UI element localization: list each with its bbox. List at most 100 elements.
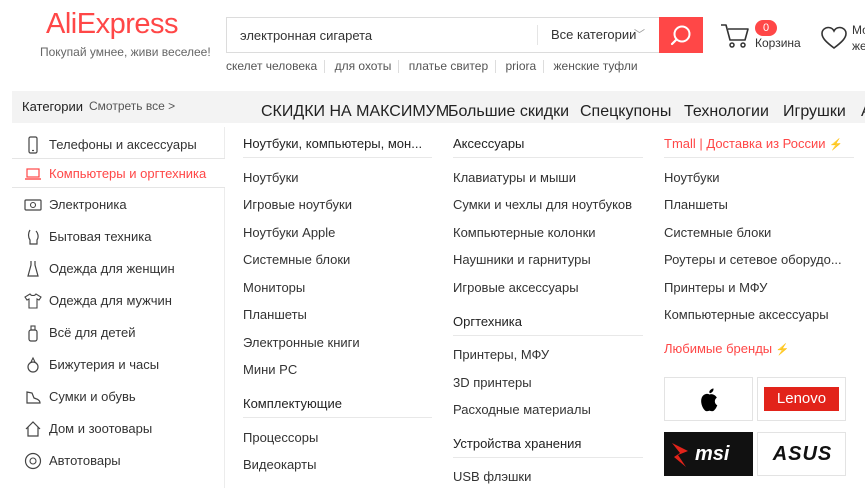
- appliance-icon: [27, 229, 39, 245]
- categories-header: Категории Смотреть все >: [12, 91, 225, 123]
- menu-link[interactable]: Мини PC: [243, 362, 297, 377]
- sidebar-item-label: Автотовары: [49, 453, 121, 468]
- menu-link[interactable]: Ноутбуки: [243, 170, 299, 185]
- menu-link[interactable]: Игровые ноутбуки: [243, 197, 352, 212]
- hot-word-link[interactable]: priora: [505, 60, 545, 73]
- menu-link[interactable]: Принтеры, МФУ: [453, 347, 549, 362]
- sidebar-item-phones[interactable]: Телефоны и аксессуары: [12, 130, 225, 160]
- menu-link[interactable]: Процессоры: [243, 430, 318, 445]
- menu-link[interactable]: 3D принтеры: [453, 375, 532, 390]
- cart-icon[interactable]: [720, 23, 750, 49]
- hot-word-link[interactable]: платье свитер: [409, 60, 497, 73]
- menu-heading[interactable]: Устройства хранения: [453, 436, 581, 451]
- menu-heading[interactable]: Tmall | Доставка из России ⚡: [664, 136, 843, 151]
- category-sidebar: Телефоны и аксессуары Компьютеры и оргте…: [12, 127, 225, 488]
- msi-logo-text: msi: [695, 443, 730, 465]
- sidebar-item-auto[interactable]: Автотовары: [12, 446, 225, 476]
- promo-nav-item[interactable]: Игрушки: [783, 103, 846, 121]
- sidebar-item-men[interactable]: Одежда для мужчин: [12, 286, 225, 316]
- cart-link[interactable]: Корзина: [755, 36, 801, 50]
- hot-word-link[interactable]: женские туфли: [554, 60, 645, 73]
- sidebar-item-kids[interactable]: Всё для детей: [12, 318, 225, 348]
- see-all-link[interactable]: Смотреть все >: [89, 99, 175, 113]
- sidebar-item-label: Компьютеры и оргтехника: [49, 166, 207, 181]
- menu-heading[interactable]: Любимые бренды ⚡: [664, 341, 789, 356]
- lightning-icon: ⚡: [829, 139, 843, 151]
- menu-link[interactable]: Планшеты: [664, 197, 728, 212]
- wishlist-link[interactable]: Мои желания: [852, 22, 865, 54]
- logo-tagline: Покупай умнее, живи веселее!: [40, 45, 211, 59]
- menu-link[interactable]: Расходные материалы: [453, 402, 591, 417]
- promo-nav-item[interactable]: Спецкупоны: [580, 103, 671, 121]
- menu-heading[interactable]: Оргтехника: [453, 314, 522, 329]
- brand-tile-apple[interactable]: [664, 377, 753, 421]
- home-icon: [25, 421, 41, 437]
- asus-logo-text: ASUS: [772, 443, 833, 465]
- phone-icon: [28, 136, 38, 154]
- promo-nav-item[interactable]: Большие скидки: [448, 103, 569, 121]
- menu-heading[interactable]: Аксессуары: [453, 136, 524, 151]
- lenovo-logo-text: Lenovo: [776, 390, 827, 407]
- menu-link[interactable]: Сумки и чехлы для ноутбуков: [453, 197, 632, 212]
- sidebar-item-label: Телефоны и аксессуары: [49, 137, 197, 152]
- heart-icon[interactable]: [820, 26, 848, 50]
- lightning-icon: ⚡: [775, 344, 790, 356]
- dress-icon: [27, 261, 39, 277]
- menu-link[interactable]: Системные блоки: [243, 252, 350, 267]
- menu-link[interactable]: Электронные книги: [243, 335, 360, 350]
- tmall-heading-text: Tmall | Доставка из России: [664, 136, 826, 151]
- menu-link[interactable]: Принтеры и МФУ: [664, 280, 767, 295]
- sidebar-item-appliances[interactable]: Бытовая техника: [12, 222, 225, 252]
- brand-tile-asus[interactable]: ASUS: [757, 432, 846, 476]
- hot-search-words: скелет человека для охоты платье свитер …: [226, 59, 651, 73]
- menu-divider: [243, 417, 432, 418]
- wheel-icon: [24, 452, 42, 470]
- laptop-icon: [25, 168, 41, 180]
- sidebar-item-jewelry[interactable]: Бижутерия и часы: [12, 350, 225, 380]
- sidebar-item-women[interactable]: Одежда для женщин: [12, 254, 225, 284]
- sidebar-item-home[interactable]: Дом и зоотовары: [12, 414, 225, 444]
- menu-link[interactable]: Компьютерные аксессуары: [664, 307, 829, 322]
- sidebar-item-label: Одежда для мужчин: [49, 293, 172, 308]
- sidebar-item-label: Одежда для женщин: [49, 261, 175, 276]
- menu-link[interactable]: Планшеты: [243, 307, 307, 322]
- sidebar-item-bags-shoes[interactable]: Сумки и обувь: [12, 382, 225, 412]
- msi-dragon-icon: [672, 443, 688, 467]
- search-input[interactable]: [227, 18, 537, 52]
- brand-tile-msi[interactable]: msi: [664, 432, 753, 476]
- ring-icon: [27, 356, 39, 373]
- menu-link[interactable]: Мониторы: [243, 280, 305, 295]
- search-icon: [670, 25, 691, 46]
- sidebar-item-computers[interactable]: Компьютеры и оргтехника: [12, 158, 225, 188]
- promo-nav-item[interactable]: А: [861, 103, 865, 121]
- categories-title: Категории: [22, 99, 83, 114]
- menu-link[interactable]: Игровые аксессуары: [453, 280, 579, 295]
- apple-logo-icon: [701, 388, 718, 412]
- search-button[interactable]: [659, 17, 703, 53]
- menu-link[interactable]: Компьютерные колонки: [453, 225, 596, 240]
- menu-link[interactable]: Роутеры и сетевое оборудо...: [664, 252, 842, 267]
- menu-link[interactable]: USB флэшки: [453, 469, 531, 484]
- hot-word-link[interactable]: для охоты: [335, 60, 400, 73]
- shoe-icon: [26, 391, 41, 404]
- aliexpress-logo[interactable]: AliExpress: [46, 8, 179, 41]
- promo-nav-item[interactable]: Технологии: [684, 103, 769, 121]
- menu-link[interactable]: Ноутбуки Apple: [243, 225, 335, 240]
- menu-link[interactable]: Видеокарты: [243, 457, 316, 472]
- promo-nav-item[interactable]: СКИДКИ НА МАКСИМУМ: [261, 103, 449, 121]
- menu-link[interactable]: Системные блоки: [664, 225, 771, 240]
- promo-nav: СКИДКИ НА МАКСИМУМ Большие скидки Спецку…: [225, 91, 865, 123]
- menu-link[interactable]: Клавиатуры и мыши: [453, 170, 576, 185]
- menu-heading[interactable]: Ноутбуки, компьютеры, мон...: [243, 136, 422, 151]
- menu-divider: [453, 457, 643, 458]
- shirt-icon: [24, 293, 42, 309]
- sidebar-item-electronics[interactable]: Электроника: [12, 190, 225, 220]
- menu-link[interactable]: Наушники и гарнитуры: [453, 252, 591, 267]
- category-select[interactable]: Все категории ﹀: [537, 25, 659, 45]
- chevron-down-icon: ﹀: [634, 29, 645, 41]
- brand-tile-lenovo[interactable]: Lenovo: [757, 377, 846, 421]
- menu-link[interactable]: Ноутбуки: [664, 170, 720, 185]
- hot-word-link[interactable]: скелет человека: [226, 60, 326, 73]
- menu-heading[interactable]: Комплектующие: [243, 396, 342, 411]
- sidebar-item-label: Дом и зоотовары: [49, 421, 153, 436]
